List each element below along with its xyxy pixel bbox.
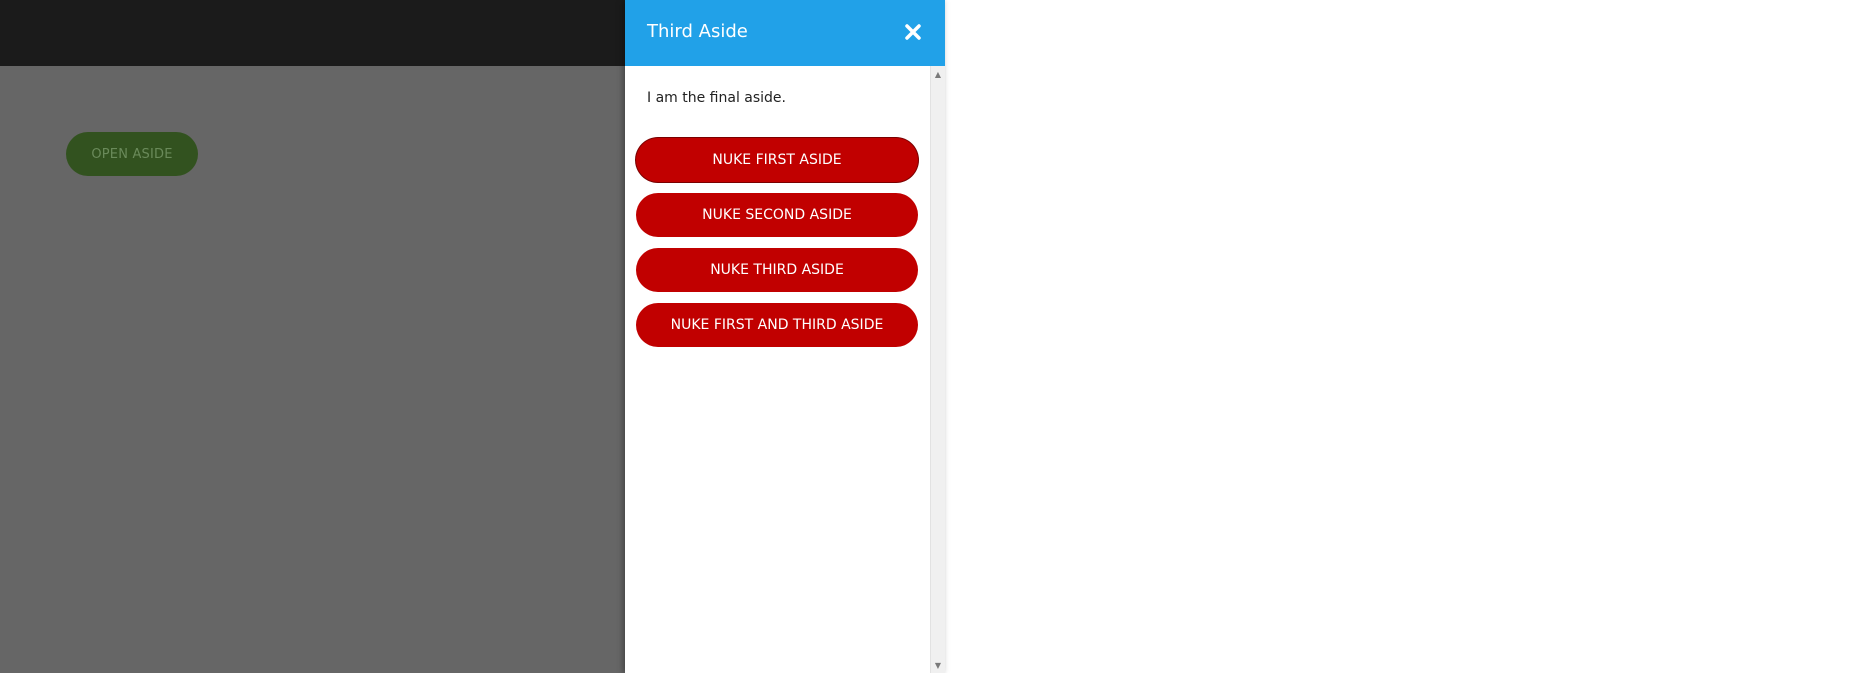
aside-scrollbar[interactable]: ▲ ▼ (930, 66, 945, 673)
nuke-second-aside-button[interactable]: NUKE SECOND ASIDE (636, 193, 918, 237)
third-aside-panel: Third Aside I am the final aside. NUKE F… (625, 0, 945, 673)
nuke-third-aside-button[interactable]: NUKE THIRD ASIDE (636, 248, 918, 292)
close-icon[interactable] (903, 22, 923, 42)
scroll-up-arrow-icon[interactable]: ▲ (931, 67, 945, 81)
nuke-first-aside-button[interactable]: NUKE FIRST ASIDE (636, 138, 918, 182)
aside-header: Third Aside (625, 0, 945, 66)
open-aside-button[interactable]: OPEN ASIDE (66, 132, 198, 176)
aside-text: I am the final aside. (647, 90, 786, 106)
aside-title: Third Aside (647, 21, 748, 42)
scroll-down-arrow-icon[interactable]: ▼ (931, 658, 945, 672)
top-bar (0, 0, 625, 66)
page-overlay[interactable]: OPEN ASIDE (0, 0, 625, 673)
aside-body: I am the final aside. NUKE FIRST ASIDE N… (625, 66, 930, 673)
nuke-first-and-third-aside-button[interactable]: NUKE FIRST AND THIRD ASIDE (636, 303, 918, 347)
